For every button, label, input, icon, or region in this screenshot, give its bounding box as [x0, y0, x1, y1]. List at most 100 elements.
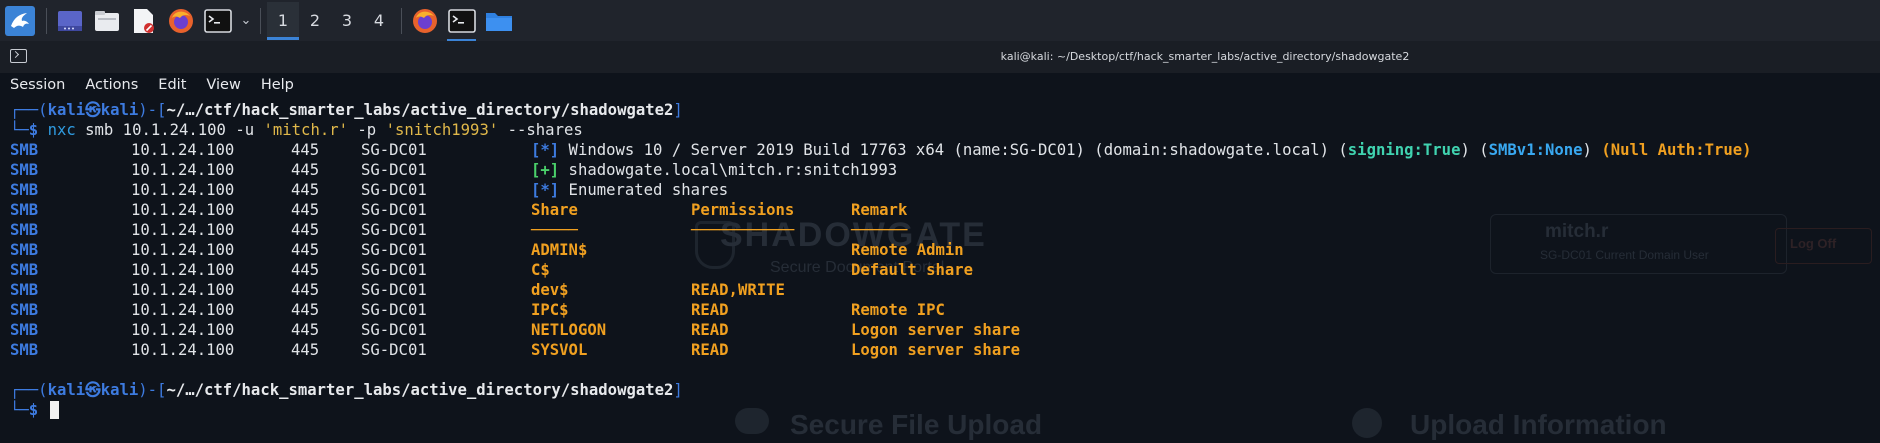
taskbar-separator	[260, 7, 261, 34]
info-line-auth: [+] shadowgate.local\mitch.r:snitch1993	[531, 161, 898, 179]
menu-view[interactable]: View	[206, 77, 240, 93]
row-host: 10.1.24.100	[131, 221, 235, 239]
share-name: C$	[531, 261, 550, 279]
row-host: 10.1.24.100	[131, 161, 235, 179]
file-manager-icon	[94, 10, 119, 31]
workspace-4[interactable]: 4	[363, 2, 395, 40]
row-port: 445	[291, 201, 320, 219]
row-hostname: SG-DC01	[361, 261, 427, 279]
row-port: 445	[291, 321, 320, 339]
row-protocol: SMB	[10, 261, 39, 279]
terminal-button[interactable]	[201, 4, 234, 38]
window-titlebar[interactable]: kali@kali: ~/Desktop/ctf/hack_smarter_la…	[0, 41, 1880, 73]
share-name: IPC$	[531, 301, 569, 319]
workspace-2[interactable]: 2	[299, 2, 331, 40]
row-hostname: SG-DC01	[361, 201, 427, 219]
firefox-icon	[168, 8, 193, 33]
firefox-window-button[interactable]	[408, 4, 441, 38]
taskbar-separator	[401, 7, 402, 34]
terminal-output[interactable]: SHADOWGATE Secure Document Portal mitch.…	[0, 96, 1880, 443]
row-host: 10.1.24.100	[131, 141, 235, 159]
info-line-enum: [*] Enumerated shares	[531, 181, 729, 199]
firefox-icon	[412, 8, 437, 33]
row-protocol: SMB	[10, 161, 39, 179]
menu-session[interactable]: Session	[10, 77, 65, 93]
window-title: kali@kali: ~/Desktop/ctf/hack_smarter_la…	[1000, 50, 1410, 63]
row-protocol: SMB	[10, 201, 39, 219]
command-line: └─$	[10, 401, 39, 419]
row-host: 10.1.24.100	[131, 321, 235, 339]
shares-sep-permissions: ───────────	[691, 221, 795, 239]
row-protocol: SMB	[10, 301, 39, 319]
row-protocol: SMB	[10, 221, 39, 239]
row-hostname: SG-DC01	[361, 141, 427, 159]
share-name: ADMIN$	[531, 241, 588, 259]
command-bin: nxc	[47, 121, 76, 139]
share-permissions: READ,WRITE	[691, 281, 785, 299]
menu-bar: Session Actions Edit View Help	[0, 73, 1880, 96]
folder-window-button[interactable]	[482, 4, 515, 38]
row-protocol: SMB	[10, 241, 39, 259]
menu-help[interactable]: Help	[261, 77, 294, 93]
row-protocol: SMB	[10, 281, 39, 299]
shares-sep-remark: ──────	[851, 221, 908, 239]
folder-icon	[485, 12, 512, 31]
prompt-line: ┌──(kali㉿kali)-[~/…/ctf/hack_smarter_lab…	[10, 101, 683, 119]
kali-menu-button[interactable]	[3, 4, 36, 38]
share-remark: Default share	[851, 261, 974, 279]
menu-edit[interactable]: Edit	[158, 77, 186, 93]
share-remark: Remote Admin	[851, 241, 964, 259]
workspace-label: 2	[309, 11, 321, 30]
menu-actions[interactable]: Actions	[85, 77, 138, 93]
show-desktop-button[interactable]	[53, 4, 86, 38]
row-protocol: SMB	[10, 141, 39, 159]
terminal-window-button[interactable]	[445, 4, 478, 42]
row-protocol: SMB	[10, 321, 39, 339]
row-port: 445	[291, 281, 320, 299]
ghost-logout: Log Off	[1790, 236, 1837, 251]
workspace-3[interactable]: 3	[331, 2, 363, 40]
row-hostname: SG-DC01	[361, 161, 427, 179]
share-remark: Logon server share	[851, 321, 1020, 339]
row-host: 10.1.24.100	[131, 341, 235, 359]
row-port: 445	[291, 301, 320, 319]
share-name: NETLOGON	[531, 321, 607, 339]
row-host: 10.1.24.100	[131, 281, 235, 299]
row-port: 445	[291, 221, 320, 239]
row-port: 445	[291, 341, 320, 359]
terminal-icon	[203, 8, 232, 33]
row-hostname: SG-DC01	[361, 181, 427, 199]
chevron-down-icon[interactable]: ⌄	[238, 13, 254, 28]
prompt-line: ┌──(kali㉿kali)-[~/…/ctf/hack_smarter_lab…	[10, 381, 683, 399]
file-manager-button[interactable]	[90, 4, 123, 38]
row-host: 10.1.24.100	[131, 241, 235, 259]
row-hostname: SG-DC01	[361, 301, 427, 319]
ghost-user: mitch.r	[1545, 221, 1609, 242]
prompt-user: kali㉿kali	[47, 381, 139, 399]
workspace-1[interactable]: 1	[267, 1, 299, 40]
row-port: 445	[291, 181, 320, 199]
shares-sep-share: ─────	[531, 221, 578, 239]
row-port: 445	[291, 261, 320, 279]
firefox-button[interactable]	[164, 4, 197, 38]
share-remark: Remote IPC	[851, 301, 945, 319]
shares-header-share: Share	[531, 201, 578, 219]
row-host: 10.1.24.100	[131, 301, 235, 319]
row-port: 445	[291, 141, 320, 159]
text-editor-icon	[133, 8, 154, 33]
row-host: 10.1.24.100	[131, 181, 235, 199]
text-editor-button[interactable]	[127, 4, 160, 38]
ghost-user-sub: SG-DC01 Current Domain User	[1540, 248, 1709, 262]
shares-header-permissions: Permissions	[691, 201, 795, 219]
share-permissions: READ	[691, 301, 729, 319]
ghost-user-card	[1490, 214, 1787, 274]
row-host: 10.1.24.100	[131, 201, 235, 219]
row-hostname: SG-DC01	[361, 281, 427, 299]
share-name: dev$	[531, 281, 569, 299]
row-port: 445	[291, 241, 320, 259]
ghost-info-title: Upload Information	[1410, 409, 1667, 440]
row-hostname: SG-DC01	[361, 321, 427, 339]
prompt-path: ~/…/ctf/hack_smarter_labs/active_directo…	[166, 381, 674, 399]
command-line: └─$ nxc smb 10.1.24.100 -u 'mitch.r' -p …	[10, 121, 583, 139]
row-port: 445	[291, 161, 320, 179]
